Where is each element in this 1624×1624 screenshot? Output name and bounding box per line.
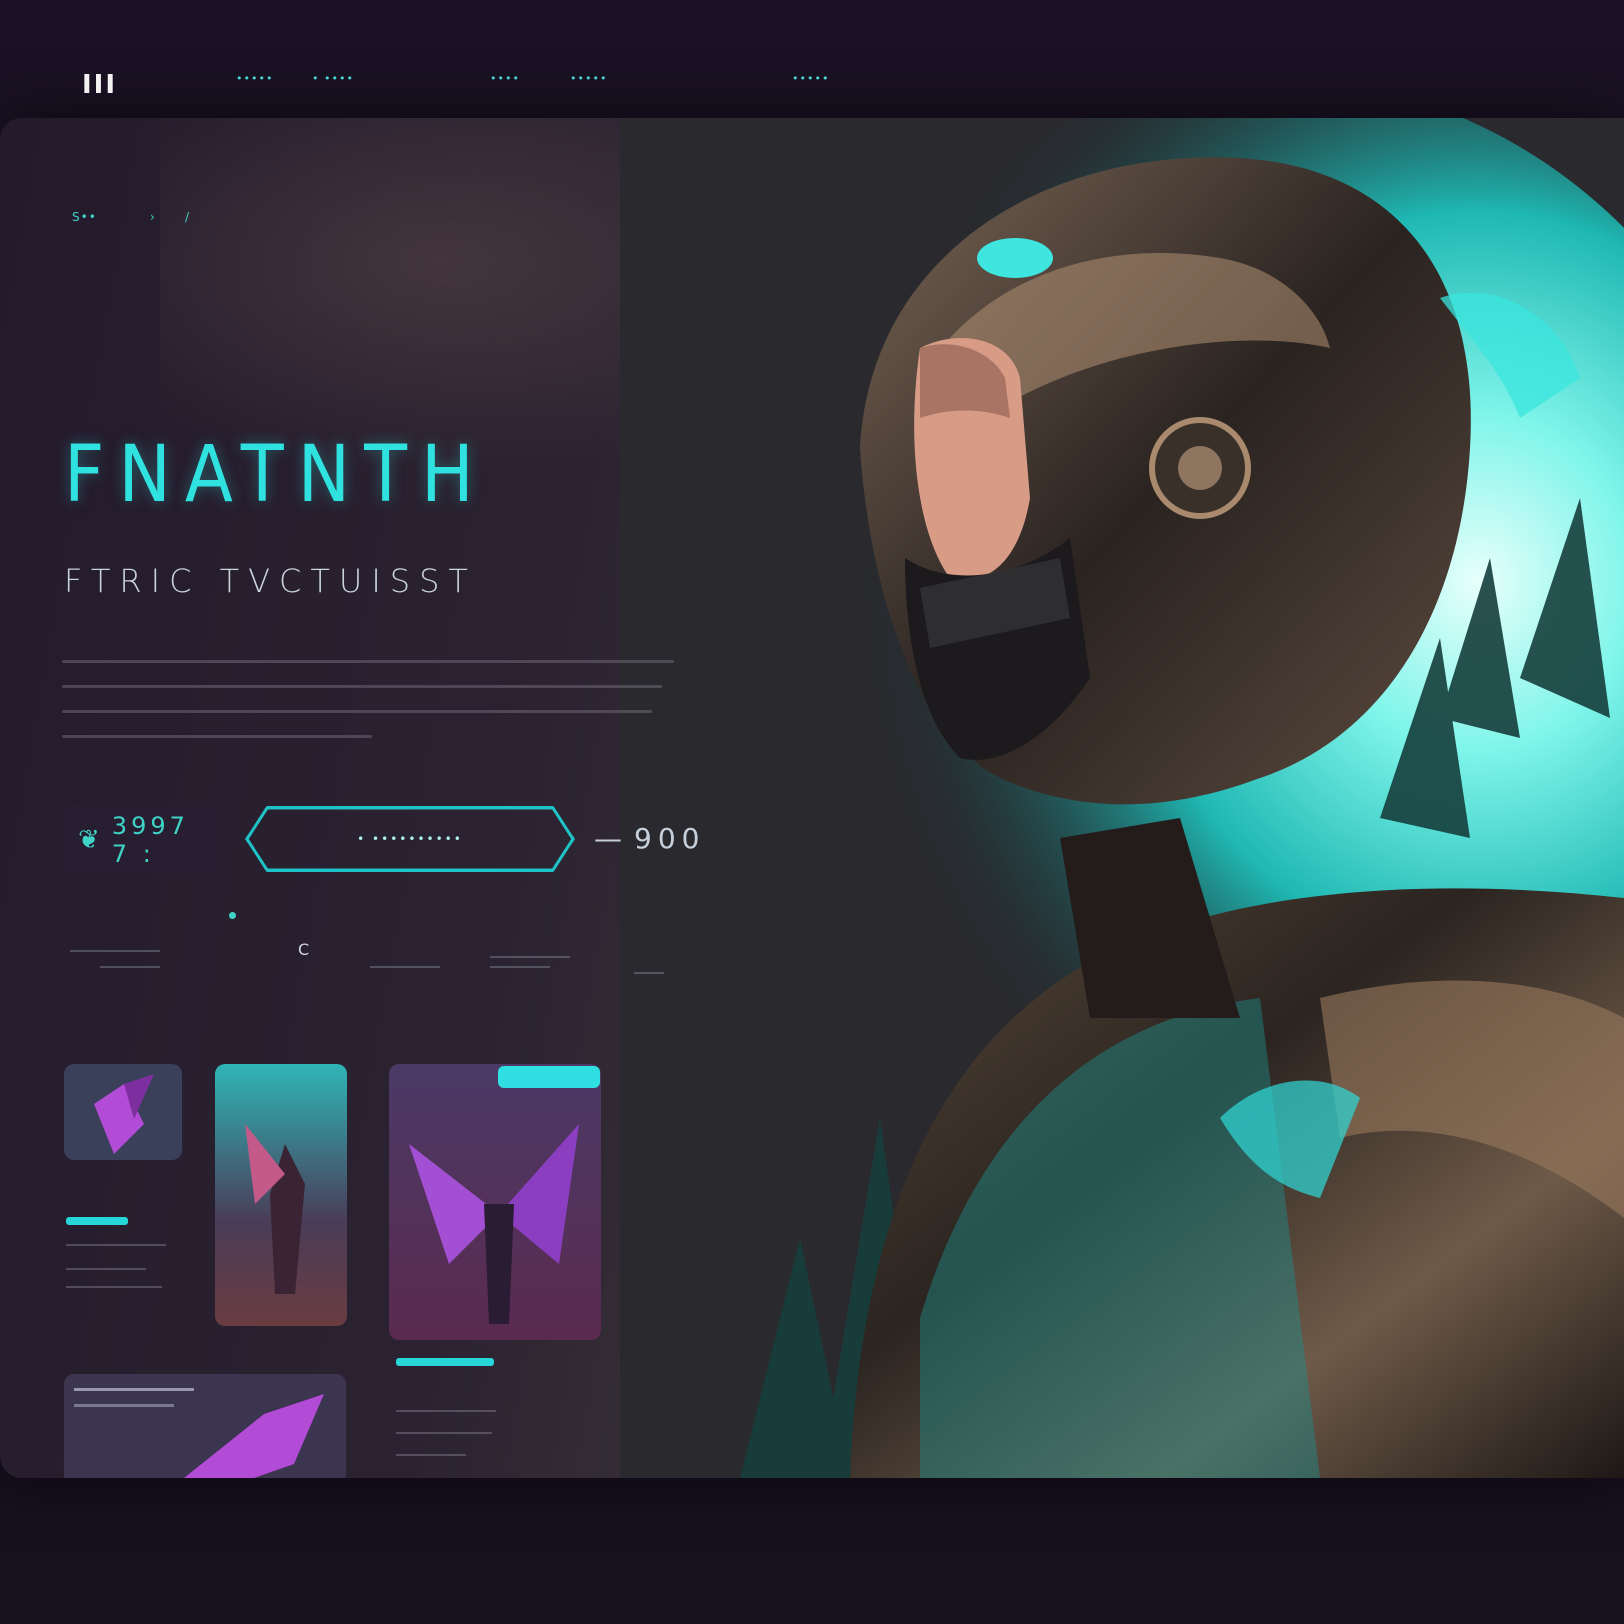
stat-line [490,956,570,958]
ring-icon: C [298,940,311,959]
featured-badge [498,1066,600,1088]
description-line [62,685,662,688]
stat-line [70,950,160,952]
gallery-thumb-3[interactable] [389,1064,601,1340]
accent-bar [66,1217,128,1225]
stat-line [100,966,160,968]
secondary-chip-button[interactable]: ❦ 3997 7 : [64,804,218,876]
gallery-thumb-1[interactable] [64,1064,182,1160]
nav-link-5[interactable]: ••••• [792,72,829,85]
hero-description [62,660,682,760]
top-navigation: III ••••• • •••• •••• ••••• ••••• [0,0,860,140]
gallery-card-4[interactable] [64,1374,346,1478]
breadcrumb-separator-1: › [150,210,156,224]
crystal-shards-image [64,1374,346,1478]
stat-line [490,966,550,968]
brand-logo[interactable]: III [82,70,117,100]
gallery-thumb-2[interactable] [215,1064,347,1326]
caption-line [396,1432,492,1434]
description-line [62,660,674,663]
caption-line [66,1286,162,1288]
armored-warrior-illustration [620,118,1624,1478]
winged-creature-image [389,1064,601,1340]
hero-artwork [620,118,1624,1478]
breadcrumb-item-1[interactable]: S•• [72,210,97,224]
stat-line [370,966,440,968]
counter-value: 900 [634,822,706,855]
hero-title: FNATNTH [64,430,488,520]
indicator-dot [229,912,236,919]
caption-line [396,1454,466,1456]
nav-link-3[interactable]: •••• [490,72,520,85]
accent-bar [396,1358,494,1366]
nav-link-2[interactable]: • •••• [312,72,354,85]
chip-label: 3997 7 : [111,812,189,868]
nav-link-4[interactable]: ••••• [570,72,607,85]
description-line [62,710,652,713]
warrior-figure-image [215,1064,347,1326]
hero-subtitle: FTRIC TVCTUISST [64,562,477,600]
cta-outline [245,806,575,872]
nav-link-1[interactable]: ••••• [236,72,273,85]
counter-readout: —900 [594,822,705,855]
caption-line [396,1410,496,1412]
stat-line [634,972,664,974]
leaf-icon: ❦ [78,825,104,855]
crystal-creature-image [64,1064,182,1160]
dash-icon: — [594,822,628,855]
description-line [62,735,372,738]
caption-line [66,1244,166,1246]
breadcrumb-separator-2: / [185,210,191,224]
caption-line [66,1268,146,1270]
